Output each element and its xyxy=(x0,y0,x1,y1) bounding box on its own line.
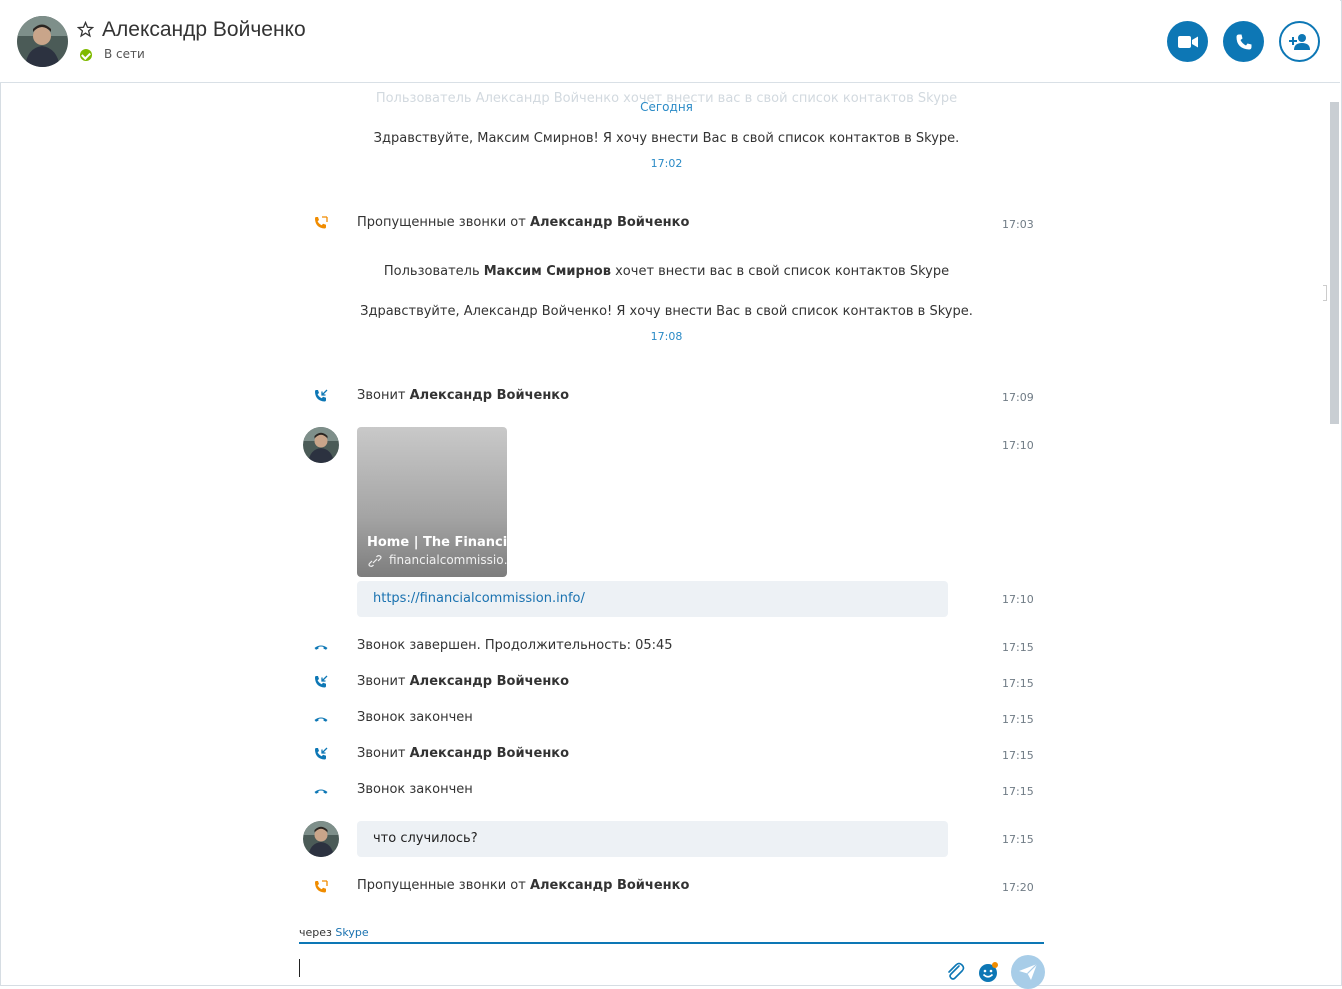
contact-request-text: Здравствуйте, Александр Войченко! Я хочу… xyxy=(360,304,973,319)
composer-divider xyxy=(299,942,1044,944)
call-ended-row: Звонок завершен. Продолжительность: 05:4… xyxy=(357,638,673,653)
message-time: 17:02 xyxy=(650,157,683,170)
chat-history: Пользователь Александр Войченко хочет вн… xyxy=(0,83,1328,893)
message-input[interactable] xyxy=(299,959,300,977)
message-time: 17:10 xyxy=(1002,439,1034,452)
online-status-icon xyxy=(80,49,92,61)
call-ended-icon xyxy=(314,717,328,722)
call-ended-row: Звонок закончен xyxy=(357,782,473,797)
incoming-call-icon xyxy=(315,389,328,402)
add-person-icon xyxy=(1288,33,1310,50)
message-time: 17:03 xyxy=(1002,218,1034,231)
link-preview-domain: financialcommissio… xyxy=(389,553,507,567)
status-text: В сети xyxy=(104,47,145,61)
add-contact-button[interactable] xyxy=(1279,21,1320,62)
missed-call-label: Пропущенные звонки от xyxy=(357,215,530,230)
link-preview-title: Home | The Financi… xyxy=(367,535,507,550)
sender-avatar[interactable] xyxy=(303,427,339,463)
contact-name: Александр Войченко xyxy=(102,18,306,41)
message-time: 17:10 xyxy=(1002,593,1034,606)
message-time: 17:15 xyxy=(1002,749,1034,762)
sender-avatar[interactable] xyxy=(303,821,339,857)
incoming-call-icon xyxy=(315,675,328,688)
missed-call-icon xyxy=(315,880,328,893)
incoming-call-row: Звонит Александр Войченко xyxy=(357,746,570,761)
message-time: 17:08 xyxy=(650,330,683,343)
incoming-call-row: Звонит Александр Войченко xyxy=(357,388,570,403)
contact-avatar[interactable] xyxy=(17,16,68,67)
date-separator: Сегодня xyxy=(640,100,693,114)
call-ended-icon xyxy=(314,789,328,794)
message-time: 17:20 xyxy=(1002,881,1034,893)
conversation-header: Александр Войченко В сети xyxy=(0,0,1340,83)
video-call-button[interactable] xyxy=(1167,21,1208,62)
incoming-call-row: Звонит Александр Войченко xyxy=(357,674,570,689)
message-time: 17:15 xyxy=(1002,713,1034,726)
message-time: 17:15 xyxy=(1002,677,1034,690)
audio-call-button[interactable] xyxy=(1223,21,1264,62)
missed-call-row: Пропущенные звонки от Александр Войченко xyxy=(357,878,690,893)
link-icon xyxy=(368,555,382,567)
send-button[interactable] xyxy=(1011,955,1045,989)
link-message: https://financialcommission.info/ xyxy=(357,581,948,617)
attach-file-icon[interactable] xyxy=(943,960,967,984)
phone-icon xyxy=(1236,34,1251,49)
via-app-link[interactable]: Skype xyxy=(335,926,368,939)
message-bubble: что случилось? xyxy=(357,821,948,857)
message-time: 17:15 xyxy=(1002,833,1034,846)
emoji-icon[interactable] xyxy=(976,960,1000,984)
send-icon xyxy=(1019,963,1038,980)
missed-call-row: Пропущенные звонки от Александр Войченко xyxy=(357,215,689,230)
chat-scrollbar[interactable] xyxy=(1330,102,1339,424)
contact-request-text: Здравствуйте, Максим Смирнов! Я хочу вне… xyxy=(373,131,960,146)
call-ended-row: Звонок закончен xyxy=(357,710,473,725)
incoming-call-icon xyxy=(315,747,328,760)
favorite-star-icon[interactable] xyxy=(77,21,94,38)
caller-name: Александр Войченко xyxy=(529,215,690,230)
message-time: 17:15 xyxy=(1002,641,1034,654)
call-ended-icon xyxy=(314,645,328,650)
missed-call-icon xyxy=(315,216,328,229)
message-time: 17:15 xyxy=(1002,785,1034,798)
via-label: через Skype xyxy=(299,926,369,939)
contact-request-notice: Пользователь Максим Смирнов хочет внести… xyxy=(383,264,950,279)
link-preview-card[interactable]: Home | The Financi… financialcommissio… xyxy=(357,427,507,577)
video-camera-icon xyxy=(1177,35,1198,48)
message-time: 17:09 xyxy=(1002,391,1034,404)
message-link[interactable]: https://financialcommission.info/ xyxy=(373,591,585,606)
